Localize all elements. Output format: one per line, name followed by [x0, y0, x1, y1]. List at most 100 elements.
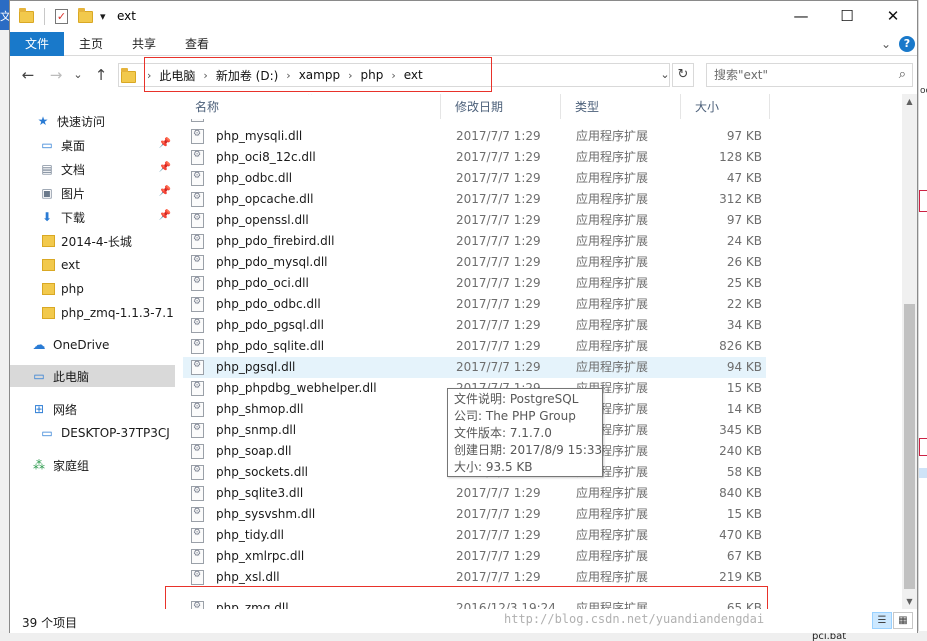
tab-home[interactable]: 主页 — [72, 32, 110, 56]
breadcrumb-separator[interactable]: › — [144, 69, 154, 82]
pin-icon[interactable]: 📌 — [159, 186, 171, 197]
sidebar-item-homegroup[interactable]: ⁂ 家庭组 — [10, 454, 175, 476]
scroll-down-arrow-icon[interactable]: ▼ — [902, 594, 917, 609]
large-icons-view-icon[interactable]: ▦ — [893, 612, 913, 629]
file-row[interactable]: php_sqlite3.dll 2017/7/7 1:29 应用程序扩展 840 KB — [183, 483, 766, 504]
file-row[interactable]: php_tidy.dll 2017/7/7 1:29 应用程序扩展 470 KB — [183, 525, 766, 546]
file-size: 65 KB — [726, 601, 762, 609]
file-name: php_shmop.dll — [216, 402, 304, 416]
file-row[interactable]: php_pdo_odbc.dll 2017/7/7 1:29 应用程序扩展 22 KB — [183, 294, 766, 315]
breadcrumb-xampp[interactable]: xampp — [294, 68, 345, 82]
column-header-name[interactable]: 名称 — [186, 94, 440, 119]
refresh-icon[interactable]: ↻ — [672, 63, 694, 87]
recent-locations-chevron-icon[interactable]: ⌄ — [68, 65, 88, 85]
dll-file-icon — [191, 255, 204, 270]
file-name: php_sockets.dll — [216, 465, 308, 479]
minimize-button[interactable]: — — [778, 1, 824, 32]
sidebar-item-desktop[interactable]: ▭ 桌面 📌 — [10, 134, 175, 156]
tooltip-description: 文件说明: PostgreSQL — [454, 392, 579, 406]
dll-file-icon — [191, 402, 204, 417]
column-divider[interactable] — [680, 94, 681, 119]
address-bar[interactable]: › 此电脑 › 新加卷 (D:) › xampp › php › ext — [118, 63, 670, 87]
sidebar-item-label: 图片 — [61, 186, 86, 201]
sidebar-item-quick-access[interactable]: ★ 快速访问 — [10, 110, 175, 132]
pin-icon[interactable]: 📌 — [159, 210, 171, 221]
file-info-tooltip: 文件说明: PostgreSQL 公司: The PHP Group 文件版本:… — [447, 388, 603, 477]
tab-share[interactable]: 共享 — [124, 32, 164, 56]
column-divider[interactable] — [769, 94, 770, 119]
maximize-button[interactable]: ☐ — [824, 1, 870, 32]
help-icon[interactable]: ? — [899, 36, 915, 52]
tab-file[interactable]: 文件 — [10, 32, 64, 56]
breadcrumb-separator[interactable]: › — [388, 69, 398, 82]
file-date: 2017/7/7 1:29 — [456, 360, 541, 374]
scrollbar-thumb[interactable] — [904, 304, 915, 589]
file-row[interactable]: php_xmlrpc.dll 2017/7/7 1:29 应用程序扩展 67 KB — [183, 546, 766, 567]
file-row[interactable]: php_pdo_oci.dll 2017/7/7 1:29 应用程序扩展 25 KB — [183, 273, 766, 294]
vertical-scrollbar[interactable]: ▲ ▼ — [902, 94, 917, 609]
sidebar-item-network[interactable]: ⊞ 网络 — [10, 398, 175, 420]
file-row[interactable]: php_mysqli.dll 2017/7/7 1:29 应用程序扩展 97 KB — [183, 126, 766, 147]
breadcrumb-drive-d[interactable]: 新加卷 (D:) — [211, 67, 283, 84]
file-row[interactable]: php_odbc.dll 2017/7/7 1:29 应用程序扩展 47 KB — [183, 168, 766, 189]
file-row[interactable]: php_oci8_12c.dll 2017/7/7 1:29 应用程序扩展 128 K… — [183, 147, 766, 168]
breadcrumb-php[interactable]: php — [356, 68, 389, 82]
breadcrumb-separator[interactable]: › — [283, 69, 293, 82]
column-header-size[interactable]: 大小 — [686, 94, 766, 119]
file-row[interactable]: php_zmq.dll 2016/12/3 19:24 应用程序扩展 65 KB — [183, 598, 766, 609]
sidebar-item-php[interactable]: php — [10, 278, 175, 300]
breadcrumb-separator[interactable]: › — [200, 69, 210, 82]
sidebar-item-ext[interactable]: ext — [10, 254, 175, 276]
sidebar-item-desktop-computer[interactable]: ▭ DESKTOP-37TP3CJ — [10, 422, 175, 444]
customize-toolbar-chevron-down-icon[interactable]: ▾ — [100, 10, 106, 23]
scroll-up-arrow-icon[interactable]: ▲ — [902, 94, 917, 109]
sidebar-item-documents[interactable]: ▤ 文档 📌 — [10, 158, 175, 180]
breadcrumb-separator[interactable]: › — [345, 69, 355, 82]
search-icon[interactable]: ⌕ — [899, 67, 906, 82]
file-date: 2017/7/7 1:29 — [456, 171, 541, 185]
file-row[interactable]: php_pgsql.dll 2017/7/7 1:29 应用程序扩展 94 KB — [183, 357, 766, 378]
file-row[interactable]: php_pdo_pgsql.dll 2017/7/7 1:29 应用程序扩展 34 K… — [183, 315, 766, 336]
search-box[interactable]: ⌕ — [706, 63, 913, 87]
sidebar-item-onedrive[interactable]: ☁ OneDrive — [10, 334, 175, 356]
forward-arrow-icon[interactable]: → — [46, 65, 66, 85]
file-row[interactable]: php_sysvshm.dll 2017/7/7 1:29 应用程序扩展 15 KB — [183, 504, 766, 525]
breadcrumb-this-pc[interactable]: 此电脑 — [154, 67, 200, 84]
search-input[interactable] — [707, 64, 877, 86]
pin-icon[interactable]: 📌 — [159, 138, 171, 149]
sidebar-item-downloads[interactable]: ⬇ 下载 📌 — [10, 206, 175, 228]
file-row[interactable]: php_pdo_firebird.dll 2017/7/7 1:29 应用程序扩展 2… — [183, 231, 766, 252]
expand-ribbon-chevron-icon[interactable]: ⌄ — [878, 36, 894, 52]
column-header-type[interactable]: 类型 — [566, 94, 676, 119]
details-view-icon[interactable]: ☰ — [872, 612, 892, 629]
file-name: php_pdo_odbc.dll — [216, 297, 321, 311]
column-divider[interactable] — [560, 94, 561, 119]
sidebar-item-this-pc[interactable]: ▭ 此电脑 — [10, 365, 175, 387]
sidebar-item-label: 快速访问 — [57, 114, 106, 129]
file-row[interactable]: php_xsl.dll 2017/7/7 1:29 应用程序扩展 219 KB — [183, 567, 766, 588]
sidebar-item-2014-4[interactable]: 2014-4-长城 — [10, 230, 175, 252]
sidebar-item-label: 此电脑 — [53, 369, 90, 384]
new-folder-icon[interactable] — [78, 7, 93, 23]
file-row[interactable]: php_pdo_mysql.dll 2017/7/7 1:29 应用程序扩展 26 K… — [183, 252, 766, 273]
breadcrumb-ext[interactable]: ext — [399, 68, 428, 82]
close-button[interactable]: ✕ — [870, 1, 916, 32]
file-row[interactable]: php_pdo_sqlite.dll 2017/7/7 1:29 应用程序扩展 826… — [183, 336, 766, 357]
column-divider[interactable] — [440, 94, 441, 119]
properties-icon[interactable]: ✓ — [55, 9, 68, 24]
column-header-date[interactable]: 修改日期 — [446, 94, 558, 119]
file-type: 应用程序扩展 — [576, 570, 649, 584]
pin-icon[interactable]: 📌 — [159, 162, 171, 173]
sidebar-item-pictures[interactable]: ▣ 图片 📌 — [10, 182, 175, 204]
up-arrow-icon[interactable]: ↑ — [91, 65, 111, 85]
sidebar-item-php-zmq[interactable]: php_zmq-1.1.3-7.1 — [10, 302, 175, 324]
address-history-chevron-down-icon[interactable]: ⌄ — [658, 64, 672, 86]
file-row[interactable]: php_opcache.dll 2017/7/7 1:29 应用程序扩展 312 KB — [183, 189, 766, 210]
file-type: 应用程序扩展 — [576, 486, 649, 500]
folder-icon — [19, 7, 34, 23]
dll-file-icon — [191, 150, 204, 165]
file-name: php_mysqli.dll — [216, 129, 303, 143]
file-row[interactable]: php_openssl.dll 2017/7/7 1:29 应用程序扩展 97 KB — [183, 210, 766, 231]
tab-view[interactable]: 查看 — [176, 32, 218, 56]
back-arrow-icon[interactable]: ← — [18, 65, 38, 85]
